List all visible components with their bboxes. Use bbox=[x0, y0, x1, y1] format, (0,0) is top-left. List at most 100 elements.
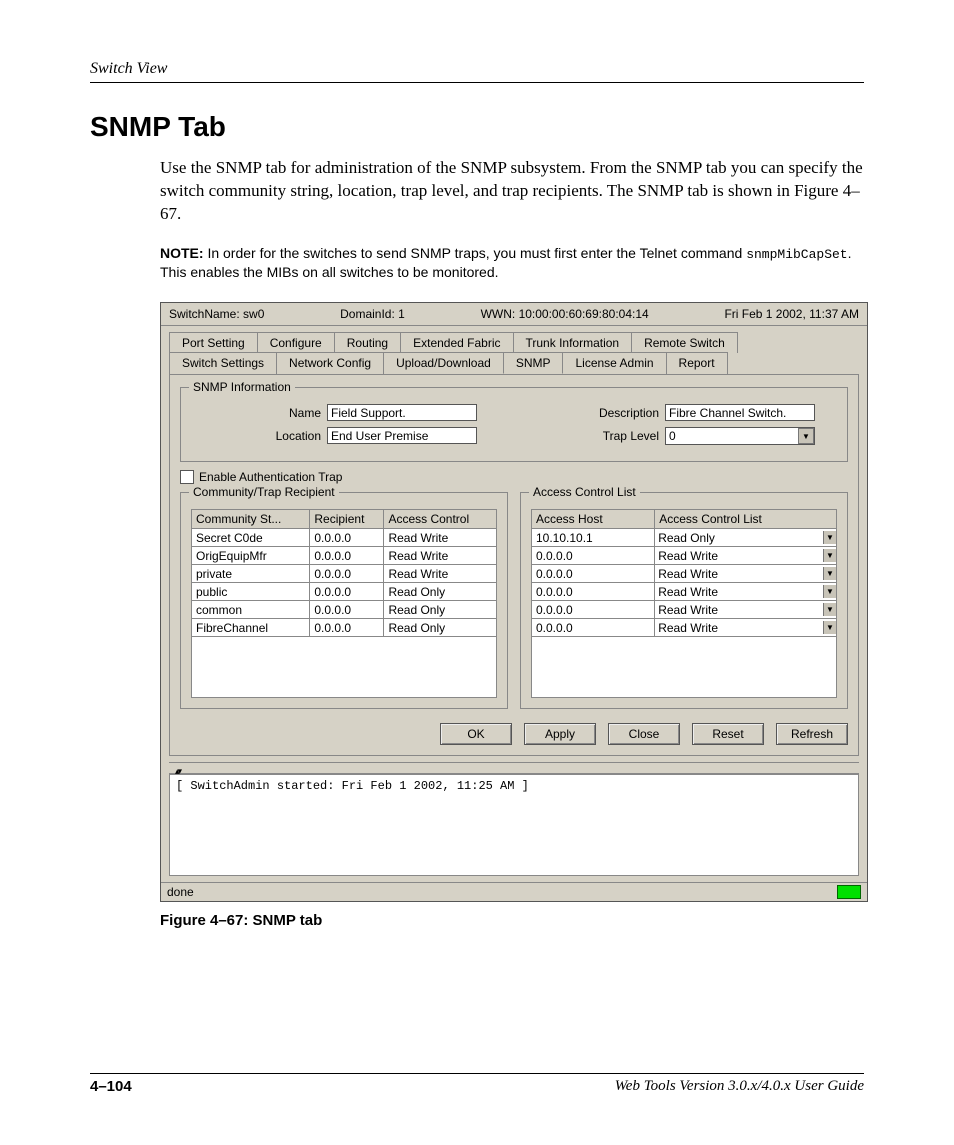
acl-permission-cell[interactable]: Read Write▼ bbox=[655, 547, 837, 565]
reset-button[interactable]: Reset bbox=[692, 723, 764, 745]
tab-snmp[interactable]: SNMP bbox=[503, 352, 564, 374]
table-row[interactable]: 0.0.0.0Read Write▼ bbox=[532, 547, 837, 565]
trap-level-dropdown[interactable]: 0 ▼ bbox=[665, 427, 815, 445]
tab-remote-switch[interactable]: Remote Switch bbox=[631, 332, 738, 353]
acl-group: Access Control List Access HostAccess Co… bbox=[520, 492, 848, 709]
page-footer: 4–104 Web Tools Version 3.0.x/4.0.x User… bbox=[90, 1073, 864, 1095]
tab-panel: SNMP Information Name Location bbox=[169, 374, 859, 756]
chevron-down-icon: ▼ bbox=[823, 585, 836, 598]
table-row[interactable]: 10.10.10.1Read Only▼ bbox=[532, 529, 837, 547]
tab-switch-settings[interactable]: Switch Settings bbox=[169, 352, 277, 374]
community-table: Community St...RecipientAccess Control S… bbox=[191, 509, 497, 637]
table-cell: Read Write bbox=[384, 547, 497, 565]
note-label: NOTE: bbox=[160, 245, 204, 261]
location-input[interactable] bbox=[327, 427, 477, 444]
figure-caption: Figure 4–67: SNMP tab bbox=[160, 912, 864, 929]
info-domain: DomainId: 1 bbox=[340, 307, 405, 321]
tab-extended-fabric[interactable]: Extended Fabric bbox=[400, 332, 513, 353]
acl-permission-cell[interactable]: Read Write▼ bbox=[655, 619, 837, 637]
splitter-bar[interactable]: ▴▾ bbox=[169, 762, 859, 774]
acl-table: Access HostAccess Control List 10.10.10.… bbox=[531, 509, 837, 637]
refresh-button[interactable]: Refresh bbox=[776, 723, 848, 745]
description-label: Description bbox=[529, 406, 665, 420]
table-cell: private bbox=[192, 565, 310, 583]
status-text: done bbox=[167, 885, 194, 899]
column-header[interactable]: Access Control bbox=[384, 510, 497, 529]
acl-permission-cell[interactable]: Read Write ▼ bbox=[655, 583, 837, 601]
column-header[interactable]: Access Host bbox=[532, 510, 655, 529]
status-bar: done bbox=[161, 882, 867, 901]
name-label: Name bbox=[191, 406, 327, 420]
table-row[interactable]: Secret C0de0.0.0.0Read Write bbox=[192, 529, 497, 547]
table-cell: 0.0.0.0 bbox=[310, 619, 384, 637]
log-area: [ SwitchAdmin started: Fri Feb 1 2002, 1… bbox=[169, 774, 859, 876]
table-cell: 0.0.0.0 bbox=[532, 547, 655, 565]
table-row[interactable]: public0.0.0.0Read Only bbox=[192, 583, 497, 601]
tab-report[interactable]: Report bbox=[666, 352, 728, 374]
table-cell: 0.0.0.0 bbox=[310, 529, 384, 547]
chevron-down-icon: ▼ bbox=[823, 549, 836, 562]
running-header: Switch View bbox=[90, 60, 864, 78]
info-bar: SwitchName: sw0 DomainId: 1 WWN: 10:00:0… bbox=[161, 303, 867, 326]
table-cell: public bbox=[192, 583, 310, 601]
chevron-down-icon: ▼ bbox=[823, 621, 836, 634]
trap-level-label: Trap Level bbox=[529, 429, 665, 443]
table-row[interactable]: 0.0.0.0Read Write▼ bbox=[532, 601, 837, 619]
tab-upload-download[interactable]: Upload/Download bbox=[383, 352, 504, 374]
table-row[interactable]: 0.0.0.0Read Write ▼ bbox=[532, 583, 837, 601]
chevron-down-icon: ▼ bbox=[823, 603, 836, 616]
tab-configure[interactable]: Configure bbox=[257, 332, 335, 353]
acl-legend: Access Control List bbox=[529, 485, 640, 499]
page-title: SNMP Tab bbox=[90, 111, 864, 143]
table-cell: 0.0.0.0 bbox=[532, 619, 655, 637]
close-button[interactable]: Close bbox=[608, 723, 680, 745]
table-cell: 0.0.0.0 bbox=[310, 547, 384, 565]
table-cell: Read Only bbox=[384, 583, 497, 601]
community-table-pad bbox=[191, 637, 497, 698]
footer-doc-title: Web Tools Version 3.0.x/4.0.x User Guide bbox=[615, 1078, 864, 1095]
chevron-down-icon: ▼ bbox=[798, 428, 814, 444]
table-cell: FibreChannel bbox=[192, 619, 310, 637]
table-cell: 0.0.0.0 bbox=[532, 583, 655, 601]
intro-paragraph: Use the SNMP tab for administration of t… bbox=[90, 157, 864, 226]
table-cell: 0.0.0.0 bbox=[532, 601, 655, 619]
description-input[interactable] bbox=[665, 404, 815, 421]
table-row[interactable]: private0.0.0.0Read Write bbox=[192, 565, 497, 583]
chevron-down-icon: ▼ bbox=[823, 531, 836, 544]
snmp-info-group: SNMP Information Name Location bbox=[180, 387, 848, 462]
table-row[interactable]: OrigEquipMfr0.0.0.0Read Write bbox=[192, 547, 497, 565]
table-row[interactable]: FibreChannel0.0.0.0Read Only bbox=[192, 619, 497, 637]
auth-trap-row[interactable]: Enable Authentication Trap bbox=[180, 470, 848, 484]
table-cell: 0.0.0.0 bbox=[310, 583, 384, 601]
snmp-info-legend: SNMP Information bbox=[189, 380, 295, 394]
tab-license-admin[interactable]: License Admin bbox=[562, 352, 666, 374]
name-input[interactable] bbox=[327, 404, 477, 421]
table-row[interactable]: 0.0.0.0Read Write▼ bbox=[532, 619, 837, 637]
button-row: OK Apply Close Reset Refresh bbox=[180, 723, 848, 745]
header-rule bbox=[90, 82, 864, 83]
tab-port-setting[interactable]: Port Setting bbox=[169, 332, 258, 353]
auth-trap-checkbox[interactable] bbox=[180, 470, 194, 484]
column-header[interactable]: Access Control List bbox=[655, 510, 837, 529]
acl-permission-cell[interactable]: Read Write▼ bbox=[655, 565, 837, 583]
table-row[interactable]: common0.0.0.0Read Only bbox=[192, 601, 497, 619]
acl-permission-cell[interactable]: Read Only ▼ bbox=[655, 529, 837, 547]
tab-network-config[interactable]: Network Config bbox=[276, 352, 384, 374]
acl-permission-value: Read Write bbox=[658, 585, 718, 599]
status-led-icon bbox=[837, 885, 861, 899]
tab-routing[interactable]: Routing bbox=[334, 332, 401, 353]
acl-permission-cell[interactable]: Read Write▼ bbox=[655, 601, 837, 619]
table-row[interactable]: 0.0.0.0Read Write▼ bbox=[532, 565, 837, 583]
note-code: snmpMibCapSet bbox=[746, 247, 847, 262]
apply-button[interactable]: Apply bbox=[524, 723, 596, 745]
acl-permission-value: Read Only bbox=[658, 531, 715, 545]
column-header[interactable]: Community St... bbox=[192, 510, 310, 529]
table-cell: OrigEquipMfr bbox=[192, 547, 310, 565]
table-cell: 0.0.0.0 bbox=[310, 601, 384, 619]
info-wwn: WWN: 10:00:00:60:69:80:04:14 bbox=[481, 307, 649, 321]
table-cell: Secret C0de bbox=[192, 529, 310, 547]
tab-trunk-information[interactable]: Trunk Information bbox=[513, 332, 633, 353]
column-header[interactable]: Recipient bbox=[310, 510, 384, 529]
community-trap-legend: Community/Trap Recipient bbox=[189, 485, 339, 499]
ok-button[interactable]: OK bbox=[440, 723, 512, 745]
